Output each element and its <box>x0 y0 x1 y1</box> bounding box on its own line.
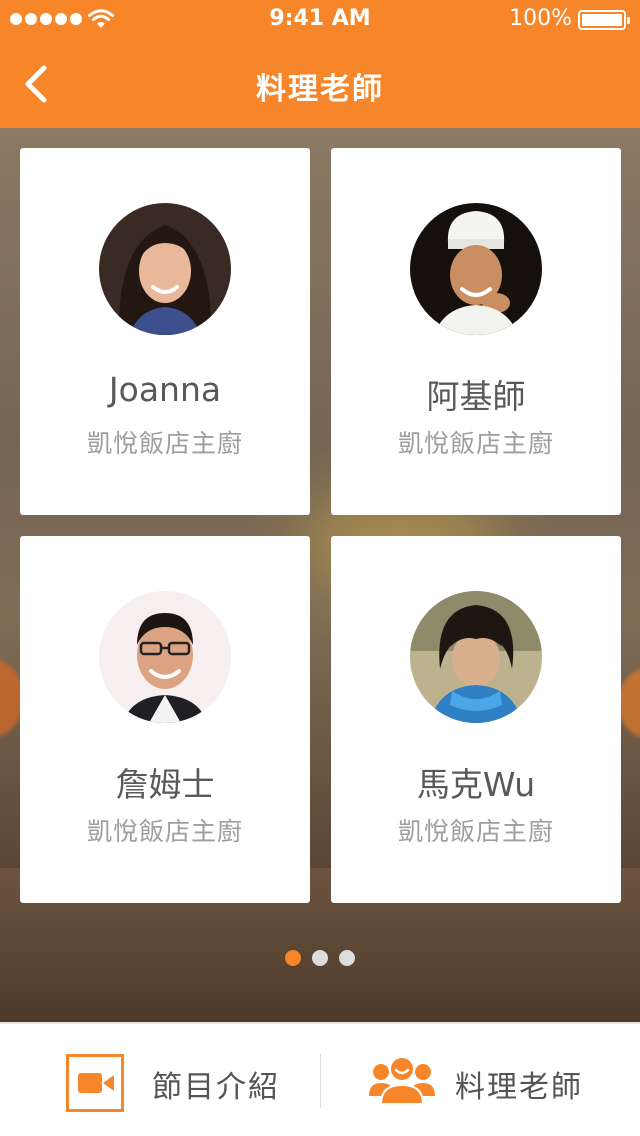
battery-percentage: 100% <box>509 6 572 31</box>
page-title: 料理老師 <box>256 72 384 107</box>
chef-avatar-joanna <box>99 203 231 335</box>
chef-card-markwu[interactable]: 馬克Wu 凱悅飯店主廚 <box>331 536 621 903</box>
chef-title: 凱悅飯店主廚 <box>397 429 554 458</box>
page-dot-3[interactable] <box>339 950 355 966</box>
tab-label: 節目介紹 <box>152 1070 280 1105</box>
tab-label: 料理老師 <box>455 1070 583 1105</box>
video-camera-icon <box>66 1054 124 1112</box>
tab-chefs[interactable]: 料理老師 <box>321 1024 640 1136</box>
header: 9:41 AM 100% 料理老師 <box>0 0 640 128</box>
chef-name: 詹姆士 <box>115 765 215 804</box>
chef-name: 阿基師 <box>426 377 526 416</box>
nav-bar: 料理老師 <box>0 40 640 128</box>
chef-title: 凱悅飯店主廚 <box>86 817 243 846</box>
chef-title: 凱悅飯店主廚 <box>86 429 243 458</box>
chef-card-akishi[interactable]: 阿基師 凱悅飯店主廚 <box>331 148 621 515</box>
chef-avatar-markwu <box>410 591 542 723</box>
chef-card-james[interactable]: 詹姆士 凱悅飯店主廚 <box>20 536 310 903</box>
people-icon <box>369 1056 435 1104</box>
background-photo <box>618 668 640 738</box>
chef-grid-area[interactable]: Joanna 凱悅飯店主廚 阿基師 凱悅飯店主廚 詹姆士 凱悅飯店主廚 馬克Wu… <box>0 128 640 1022</box>
chef-avatar-akishi <box>410 203 542 335</box>
battery-icon <box>578 10 630 30</box>
chef-avatar-james <box>99 591 231 723</box>
tab-bar: 節目介紹 料理老師 <box>0 1022 640 1136</box>
status-bar: 9:41 AM 100% <box>0 0 640 40</box>
chef-card-joanna[interactable]: Joanna 凱悅飯店主廚 <box>20 148 310 515</box>
tab-program-intro[interactable]: 節目介紹 <box>0 1024 320 1136</box>
chef-name: Joanna <box>108 370 222 409</box>
page-indicator <box>0 950 640 966</box>
page-dot-2[interactable] <box>312 950 328 966</box>
chef-name: 馬克Wu <box>416 765 536 804</box>
chef-title: 凱悅飯店主廚 <box>397 817 554 846</box>
page-dot-1[interactable] <box>285 950 301 966</box>
